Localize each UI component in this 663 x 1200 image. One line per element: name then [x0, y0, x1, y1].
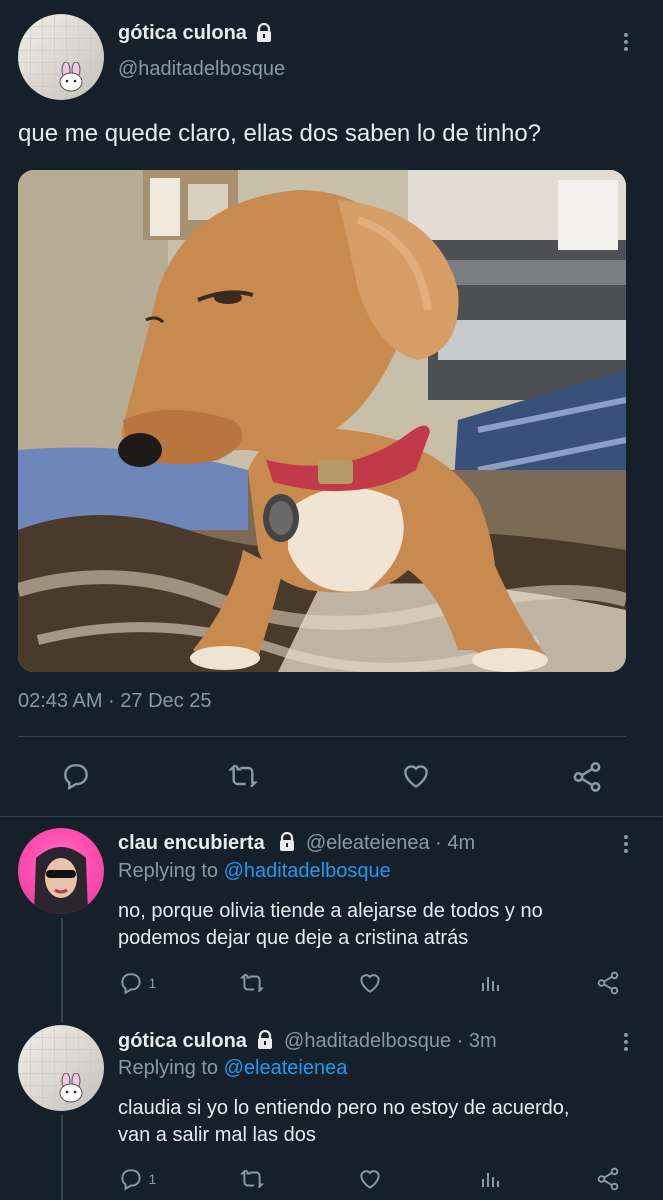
tweet-text: que me quede claro, ellas dos saben lo d…: [18, 120, 542, 147]
reply-count: 1: [148, 975, 157, 991]
bunny-sticker-icon: [59, 1073, 83, 1103]
reply-avatar[interactable]: [18, 1025, 104, 1111]
divider: [0, 816, 663, 817]
lock-icon: [280, 831, 295, 851]
retweet-icon: [239, 973, 265, 993]
reply-handle[interactable]: @haditadelbosque: [284, 1030, 451, 1052]
reply-button[interactable]: [60, 760, 92, 792]
reply-handle[interactable]: @eleateienea: [306, 832, 430, 854]
reply-header: clau encubierta @eleateienea · 4m: [118, 831, 476, 855]
reply-count: 1: [148, 1171, 157, 1187]
author-handle[interactable]: @haditadelbosque: [118, 58, 285, 81]
replying-to-link[interactable]: @haditadelbosque: [224, 860, 391, 882]
reply-text: claudia si yo lo entiendo pero no estoy …: [118, 1095, 569, 1149]
reply-text-line: no, porque olivia tiende a alejarse de t…: [118, 900, 543, 922]
divider: [18, 736, 626, 737]
lock-icon: [258, 1029, 273, 1049]
share-icon: [597, 1167, 619, 1191]
reply-avatar[interactable]: [18, 828, 104, 914]
reply-reply-button[interactable]: 1: [118, 970, 156, 996]
lock-icon: [257, 22, 272, 42]
reply-header: gótica culona @haditadelbosque · 3m: [118, 1029, 497, 1053]
share-button[interactable]: [595, 970, 621, 996]
more-options-icon[interactable]: [624, 832, 628, 856]
like-button[interactable]: [357, 970, 383, 996]
heart-icon: [404, 765, 428, 789]
analytics-button[interactable]: [478, 970, 502, 996]
author-name-row: gótica culona: [118, 22, 273, 45]
replying-to-prefix: Replying to: [118, 860, 219, 882]
reply-text-line: claudia si yo lo entiendo pero no estoy …: [118, 1097, 570, 1119]
reply-icon: [121, 1169, 141, 1191]
bunny-sticker-icon: [59, 62, 83, 92]
analytics-icon: [482, 1173, 499, 1187]
tweet-media-image[interactable]: [18, 170, 626, 672]
reply-icon: [64, 764, 88, 791]
like-button[interactable]: [357, 1166, 383, 1192]
thread-line: [61, 918, 63, 1022]
share-button[interactable]: [570, 760, 604, 794]
dog-photo: [18, 170, 626, 672]
reply-author-name[interactable]: clau encubierta: [118, 832, 265, 854]
share-icon: [573, 762, 601, 792]
reply-time: · 4m: [435, 832, 476, 854]
replying-to-prefix: Replying to: [118, 1057, 219, 1079]
doll-avatar-image: [34, 847, 88, 914]
heart-icon: [360, 974, 380, 993]
retweet-icon: [228, 764, 258, 788]
replying-to-link[interactable]: @eleateienea: [224, 1057, 348, 1079]
reply-author-name[interactable]: gótica culona: [118, 1030, 247, 1052]
analytics-icon: [482, 977, 499, 991]
more-options-icon[interactable]: [624, 1030, 628, 1054]
retweet-button[interactable]: [238, 970, 266, 996]
tweet-timestamp[interactable]: 02:43 AM · 27 Dec 25: [18, 690, 211, 713]
retweet-button[interactable]: [238, 1166, 266, 1192]
reply-text-line: van a salir mal las dos: [118, 1124, 316, 1146]
author-name[interactable]: gótica culona: [118, 22, 247, 44]
reply-icon: [121, 973, 141, 995]
more-options-icon[interactable]: [624, 30, 628, 54]
author-avatar[interactable]: [18, 14, 104, 100]
retweet-icon: [239, 1169, 265, 1189]
analytics-button[interactable]: [478, 1166, 502, 1192]
replying-to-line: Replying to @eleateienea: [118, 1057, 347, 1080]
like-button[interactable]: [400, 760, 432, 792]
thread-line: [61, 1115, 63, 1200]
reply-time: · 3m: [456, 1030, 497, 1052]
heart-icon: [360, 1170, 380, 1189]
share-icon: [597, 971, 619, 995]
retweet-button[interactable]: [226, 760, 260, 792]
reply-text: no, porque olivia tiende a alejarse de t…: [118, 898, 543, 952]
reply-text-line: podemos dejar que deje a cristina atrás: [118, 927, 469, 949]
share-button[interactable]: [595, 1166, 621, 1192]
replying-to-line: Replying to @haditadelbosque: [118, 860, 391, 883]
reply-reply-button[interactable]: 1: [118, 1166, 156, 1192]
